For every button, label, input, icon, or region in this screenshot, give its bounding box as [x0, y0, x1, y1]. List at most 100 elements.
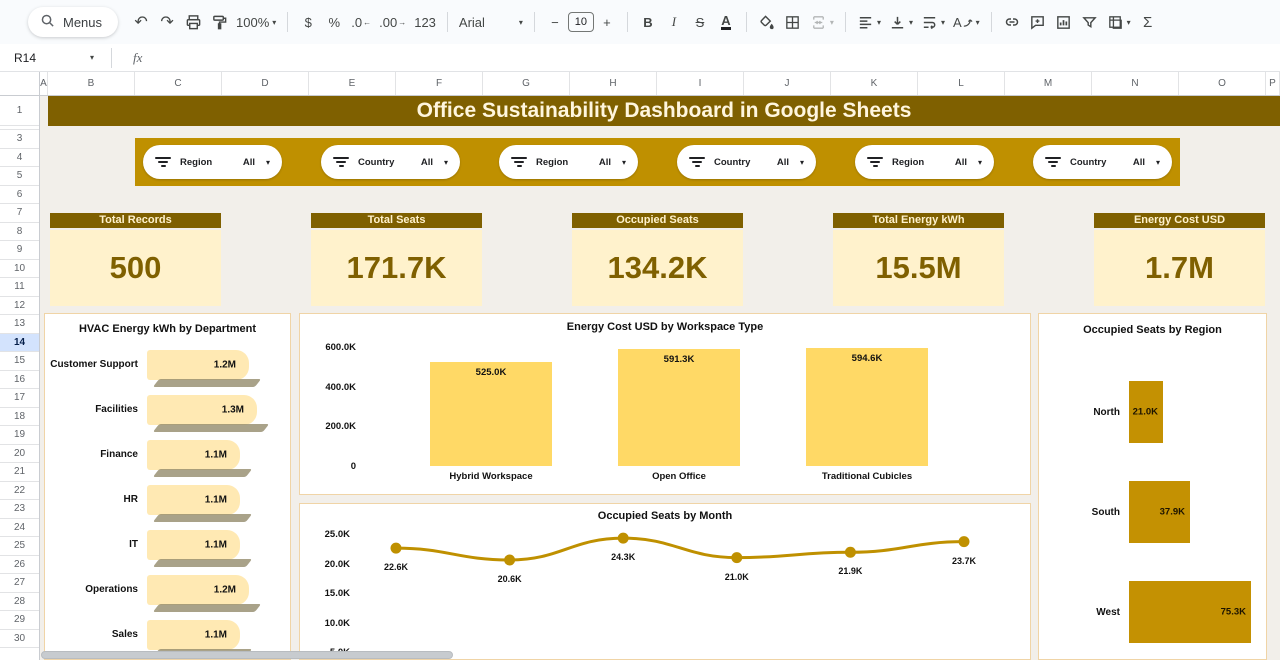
undo-button[interactable]: ↶: [128, 8, 154, 36]
column-header-C[interactable]: C: [135, 72, 222, 95]
zoom-select[interactable]: 100%▾: [232, 8, 280, 36]
name-box[interactable]: R14 ▾: [0, 51, 104, 65]
row-header-21[interactable]: 21: [0, 463, 39, 482]
redo-button[interactable]: ↷: [154, 8, 180, 36]
text-rotation-button[interactable]: A ▾: [949, 8, 984, 36]
row-header-28[interactable]: 28: [0, 593, 39, 612]
row-header-20[interactable]: 20: [0, 445, 39, 464]
slicer-region-5[interactable]: RegionAll▾: [855, 145, 994, 179]
slicer-country-4[interactable]: CountryAll▾: [677, 145, 816, 179]
slicer-region-3[interactable]: RegionAll▾: [499, 145, 638, 179]
slicer-region-1[interactable]: RegionAll▾: [143, 145, 282, 179]
row-header-29[interactable]: 29: [0, 611, 39, 630]
chart-energy-cost-by-workspace[interactable]: Energy Cost USD by Workspace Type 600.0K…: [299, 313, 1031, 495]
create-filter-button[interactable]: [1077, 8, 1103, 36]
row-header-24[interactable]: 24: [0, 519, 39, 538]
merge-cells-icon: [810, 14, 827, 31]
vertical-align-button[interactable]: ▾: [885, 8, 917, 36]
row-header-15[interactable]: 15: [0, 352, 39, 371]
format-currency-button[interactable]: $: [295, 8, 321, 36]
increase-decimal-button[interactable]: .00→: [375, 8, 410, 36]
insert-link-button[interactable]: [999, 8, 1025, 36]
row-header-6[interactable]: 6: [0, 186, 39, 205]
row-header-22[interactable]: 22: [0, 482, 39, 501]
decrease-font-size-button[interactable]: −: [542, 8, 568, 36]
row-header-14[interactable]: 14: [0, 334, 39, 353]
print-button[interactable]: [180, 8, 206, 36]
row-header-23[interactable]: 23: [0, 500, 39, 519]
row-header-1[interactable]: 1: [0, 96, 39, 126]
row-header-3[interactable]: 3: [0, 130, 39, 149]
value-label: 1.1M: [205, 629, 227, 640]
row-header-4[interactable]: 4: [0, 149, 39, 168]
row-header-19[interactable]: 19: [0, 426, 39, 445]
slicer-country-6[interactable]: CountryAll▾: [1033, 145, 1172, 179]
paint-format-button[interactable]: [206, 8, 232, 36]
row-header-13[interactable]: 13: [0, 315, 39, 334]
row-header-8[interactable]: 8: [0, 223, 39, 242]
row-header-12[interactable]: 12: [0, 297, 39, 316]
row-header-17[interactable]: 17: [0, 389, 39, 408]
column-header-G[interactable]: G: [483, 72, 570, 95]
column-header-A[interactable]: A: [40, 72, 48, 95]
vertical-align-icon: [889, 14, 906, 31]
bold-button[interactable]: B: [635, 8, 661, 36]
menus-search-button[interactable]: Menus: [28, 7, 118, 37]
slicer-strip: RegionAll▾ CountryAll▾ RegionAll▾ CountryAl…: [135, 138, 1180, 186]
bar: 591.3K: [618, 349, 740, 466]
horizontal-align-button[interactable]: ▾: [853, 8, 885, 36]
insert-chart-button[interactable]: [1051, 8, 1077, 36]
row-header-30[interactable]: 30: [0, 630, 39, 649]
horizontal-scrollbar-thumb[interactable]: [41, 651, 453, 659]
insert-table-button[interactable]: ▾: [1103, 8, 1135, 36]
row-header-18[interactable]: 18: [0, 408, 39, 427]
column-header-O[interactable]: O: [1179, 72, 1266, 95]
increase-font-size-button[interactable]: +: [594, 8, 620, 36]
column-header-M[interactable]: M: [1005, 72, 1092, 95]
font-select[interactable]: Arial▾: [455, 8, 527, 36]
column-header-P[interactable]: P: [1266, 72, 1280, 95]
strikethrough-button[interactable]: S: [687, 8, 713, 36]
hvac-bar-row: Facilities1.3M: [45, 387, 290, 432]
chart-occupied-seats-by-month[interactable]: Occupied Seats by Month 25.0K20.0K15.0K1…: [299, 503, 1031, 660]
format-percent-button[interactable]: %: [321, 8, 347, 36]
row-header-27[interactable]: 27: [0, 574, 39, 593]
column-header-H[interactable]: H: [570, 72, 657, 95]
chevron-down-icon: ▾: [976, 18, 980, 27]
column-header-E[interactable]: E: [309, 72, 396, 95]
column-header-F[interactable]: F: [396, 72, 483, 95]
row-header-9[interactable]: 9: [0, 241, 39, 260]
row-header-10[interactable]: 10: [0, 260, 39, 279]
text-color-button[interactable]: A: [713, 8, 739, 36]
search-icon: [40, 13, 55, 31]
decrease-decimal-button[interactable]: .0←: [347, 8, 375, 36]
merge-cells-button[interactable]: ▾: [806, 8, 838, 36]
column-header-K[interactable]: K: [831, 72, 918, 95]
row-header-11[interactable]: 11: [0, 278, 39, 297]
text-color-label: A: [721, 15, 730, 30]
row-header-26[interactable]: 26: [0, 556, 39, 575]
functions-button[interactable]: Σ: [1135, 8, 1161, 36]
row-header-5[interactable]: 5: [0, 167, 39, 186]
slicer-country-2[interactable]: CountryAll▾: [321, 145, 460, 179]
row-header-7[interactable]: 7: [0, 204, 39, 223]
column-header-J[interactable]: J: [744, 72, 831, 95]
chart-hvac-energy-by-department[interactable]: HVAC Energy kWh by Department Customer S…: [44, 313, 291, 660]
column-header-L[interactable]: L: [918, 72, 1005, 95]
italic-button[interactable]: I: [661, 8, 687, 36]
row-header-25[interactable]: 25: [0, 537, 39, 556]
chart-occupied-seats-by-region[interactable]: Occupied Seats by Region North21.0KSouth…: [1038, 313, 1267, 660]
column-header-D[interactable]: D: [222, 72, 309, 95]
borders-button[interactable]: [780, 8, 806, 36]
fill-color-button[interactable]: [754, 8, 780, 36]
google-sheets-app: Menus ↶ ↷ 100%▾ $ % .0← .00→ 123 Arial▾ …: [0, 0, 1280, 660]
column-header-N[interactable]: N: [1092, 72, 1179, 95]
column-header-I[interactable]: I: [657, 72, 744, 95]
select-all-corner[interactable]: [0, 72, 40, 95]
column-header-B[interactable]: B: [48, 72, 135, 95]
more-formats-button[interactable]: 123: [410, 8, 440, 36]
font-size-input[interactable]: 10: [568, 12, 594, 32]
row-header-16[interactable]: 16: [0, 371, 39, 390]
insert-comment-button[interactable]: [1025, 8, 1051, 36]
text-wrap-button[interactable]: ▾: [917, 8, 949, 36]
